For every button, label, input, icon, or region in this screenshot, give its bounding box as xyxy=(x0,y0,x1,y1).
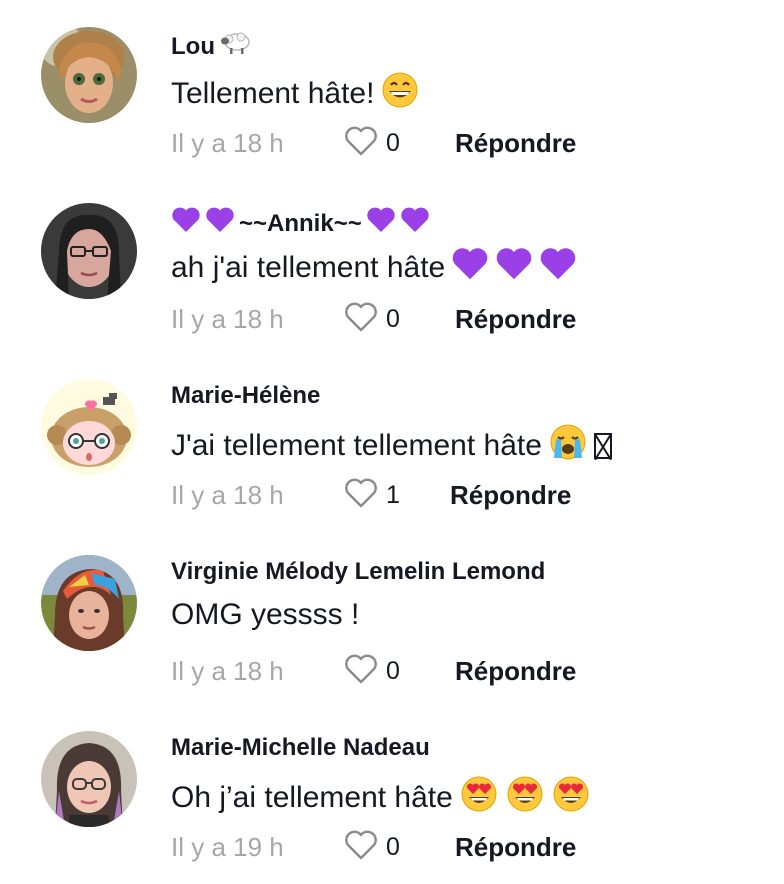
heart-eyes-face-icon xyxy=(459,774,499,822)
comment-text-content: J'ai tellement tellement hâte xyxy=(171,429,542,462)
username[interactable]: ~~Annik~~ xyxy=(171,206,430,241)
comment-text: Oh j’ai tellement hâte xyxy=(171,774,591,822)
comment-time: Il y a 19 h xyxy=(171,832,284,862)
comment-text: Tellement hâte! xyxy=(171,70,420,118)
purple-heart-icon xyxy=(451,246,489,290)
reply-button[interactable]: Répondre xyxy=(455,304,576,335)
comment-time: Il y a 18 h xyxy=(171,656,284,686)
purple-heart-icon xyxy=(495,246,533,290)
username[interactable]: Marie-Michelle Nadeau xyxy=(171,734,430,762)
like-count: 0 xyxy=(386,657,400,685)
comment-time: Il y a 18 h xyxy=(171,480,284,510)
missing-glyph-icon xyxy=(593,433,612,459)
username-text: Marie-Michelle Nadeau xyxy=(171,734,430,761)
comment-text-content: Tellement hâte! xyxy=(171,77,375,110)
reply-button[interactable]: Répondre xyxy=(455,656,576,687)
comment-meta: Il y a 18 h 0 Répondre xyxy=(171,126,731,160)
like-count: 1 xyxy=(386,481,400,509)
heart-eyes-face-icon xyxy=(551,774,591,822)
avatar[interactable] xyxy=(41,379,137,475)
comment-time: Il y a 18 h xyxy=(171,304,284,334)
like-count: 0 xyxy=(386,833,400,861)
comment-meta: Il y a 18 h 0 Répondre xyxy=(171,302,731,336)
purple-heart-icon xyxy=(400,206,430,241)
purple-heart-icon xyxy=(205,206,235,241)
heart-outline-icon xyxy=(344,478,378,513)
comment-time: Il y a 18 h xyxy=(171,128,284,158)
username[interactable]: Virginie Mélody Lemelin Lemond xyxy=(171,558,545,586)
comment-text-content: OMG yessss ! xyxy=(171,598,360,631)
purple-heart-icon xyxy=(366,206,396,241)
avatar[interactable] xyxy=(41,555,137,651)
like-button[interactable]: 0 xyxy=(344,126,400,161)
comment-meta: Il y a 19 h 0 Répondre xyxy=(171,830,731,864)
heart-outline-icon xyxy=(344,126,378,161)
reply-button[interactable]: Répondre xyxy=(450,480,571,511)
username-text: Lou xyxy=(171,32,215,60)
comment-text: J'ai tellement tellement hâte xyxy=(171,422,612,470)
username-text: Virginie Mélody Lemelin Lemond xyxy=(171,558,546,585)
loudly-crying-face-icon xyxy=(548,422,588,470)
heart-eyes-face-icon xyxy=(505,774,545,822)
comment-text: ah j'ai tellement hâte xyxy=(171,246,577,290)
reply-button[interactable]: Répondre xyxy=(455,128,576,159)
username-text: ~~Annik~~ xyxy=(239,209,362,237)
purple-heart-icon xyxy=(171,206,201,241)
comment-meta: Il y a 18 h 0 Répondre xyxy=(171,654,731,688)
comment-item: Marie-Michelle Nadeau Oh j’ai tellement … xyxy=(0,704,784,880)
avatar[interactable] xyxy=(41,203,137,299)
comment-item: Virginie Mélody Lemelin Lemond OMG yesss… xyxy=(0,528,784,704)
reply-button[interactable]: Répondre xyxy=(455,832,576,863)
sheep-icon xyxy=(219,30,253,63)
username-text: Marie-Hélène xyxy=(171,382,321,409)
purple-heart-icon xyxy=(539,246,577,290)
comment-text-content: Oh j’ai tellement hâte xyxy=(171,781,453,814)
like-button[interactable]: 0 xyxy=(344,830,400,865)
like-count: 0 xyxy=(386,129,400,157)
username[interactable]: Marie-Hélène xyxy=(171,382,320,410)
like-button[interactable]: 0 xyxy=(344,302,400,337)
username[interactable]: Lou xyxy=(171,30,253,63)
comment-text-content: ah j'ai tellement hâte xyxy=(171,251,446,284)
heart-outline-icon xyxy=(344,302,378,337)
grinning-face-icon xyxy=(380,70,420,118)
heart-outline-icon xyxy=(344,654,378,689)
like-count: 0 xyxy=(386,305,400,333)
heart-outline-icon xyxy=(344,830,378,865)
avatar[interactable] xyxy=(41,731,137,827)
like-button[interactable]: 1 xyxy=(344,478,400,513)
comment-item: ~~Annik~~ ah j'ai tellement hâte Il y a … xyxy=(0,176,784,352)
comment-text: OMG yessss ! xyxy=(171,598,359,632)
like-button[interactable]: 0 xyxy=(344,654,400,689)
comment-meta: Il y a 18 h 1 Répondre xyxy=(171,478,731,512)
comment-item: Lou Tellement hâte! Il y a 18 h 0 Répond… xyxy=(0,0,784,176)
avatar[interactable] xyxy=(41,27,137,123)
comment-item: Marie-Hélène J'ai tellement tellement hâ… xyxy=(0,352,784,528)
